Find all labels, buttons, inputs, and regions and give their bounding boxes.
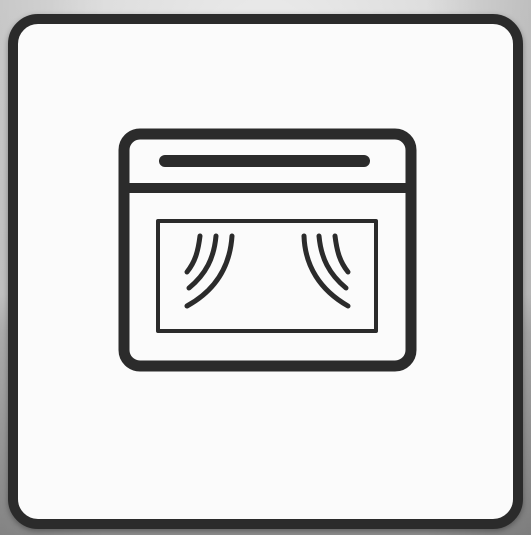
heat-wave-right [301,233,351,309]
oven-window [156,219,378,333]
heat-wave-right [332,233,351,275]
heat-wave-left [184,233,235,309]
oven-icon [118,128,417,372]
heat-wave-left [184,233,203,275]
